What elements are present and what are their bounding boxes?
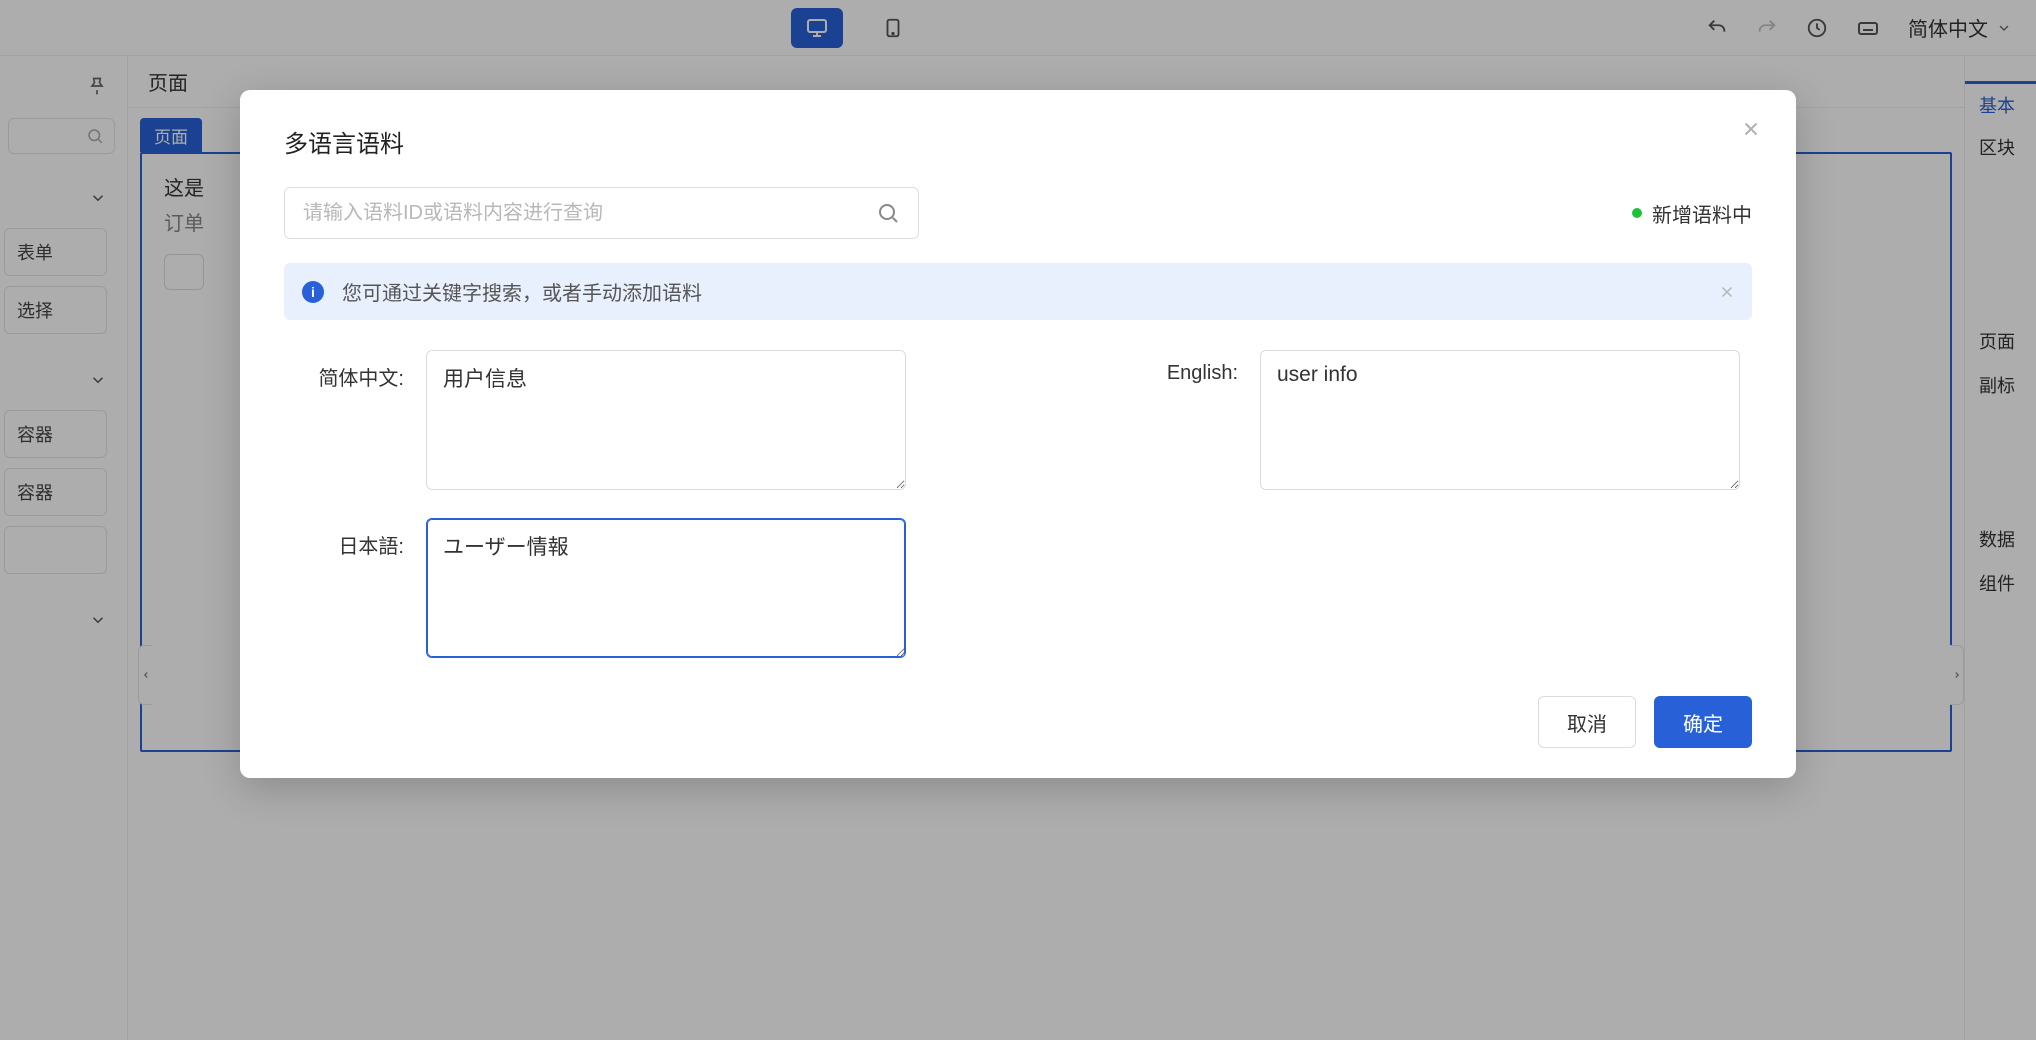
info-icon: i (302, 281, 324, 303)
info-banner: i 您可通过关键字搜索，或者手动添加语料 (284, 263, 1752, 320)
status-text: 新增语料中 (1652, 199, 1752, 228)
field-ja-label: 日本語: (284, 518, 404, 559)
corpus-search-input[interactable] (303, 202, 876, 225)
field-zh: 简体中文: (284, 350, 918, 490)
corpus-search-box[interactable] (284, 187, 919, 239)
field-zh-label: 简体中文: (284, 350, 404, 391)
modal-title: 多语言语料 (284, 124, 1752, 159)
info-banner-close[interactable] (1718, 283, 1736, 301)
status-dot-icon (1632, 208, 1642, 218)
search-icon (876, 201, 900, 225)
modal-close-button[interactable] (1736, 114, 1766, 144)
field-en-input[interactable] (1260, 350, 1740, 490)
field-en-label: English: (1118, 350, 1238, 385)
cancel-button-label: 取消 (1567, 708, 1607, 737)
field-zh-input[interactable] (426, 350, 906, 490)
cancel-button[interactable]: 取消 (1538, 696, 1636, 748)
close-icon (1718, 283, 1736, 301)
close-icon (1740, 118, 1762, 140)
info-banner-text: 您可通过关键字搜索，或者手动添加语料 (342, 277, 702, 306)
field-ja-input[interactable] (426, 518, 906, 658)
multilang-modal: 多语言语料 新增语料中 i 您可通过关键字搜索，或者手动添加语料 (240, 90, 1796, 778)
field-ja: 日本語: (284, 518, 918, 658)
confirm-button[interactable]: 确定 (1654, 696, 1752, 748)
status-indicator: 新增语料中 (1632, 199, 1752, 228)
field-en: English: (1118, 350, 1752, 490)
confirm-button-label: 确定 (1683, 708, 1723, 737)
modal-overlay: 多语言语料 新增语料中 i 您可通过关键字搜索，或者手动添加语料 (0, 0, 2036, 1040)
